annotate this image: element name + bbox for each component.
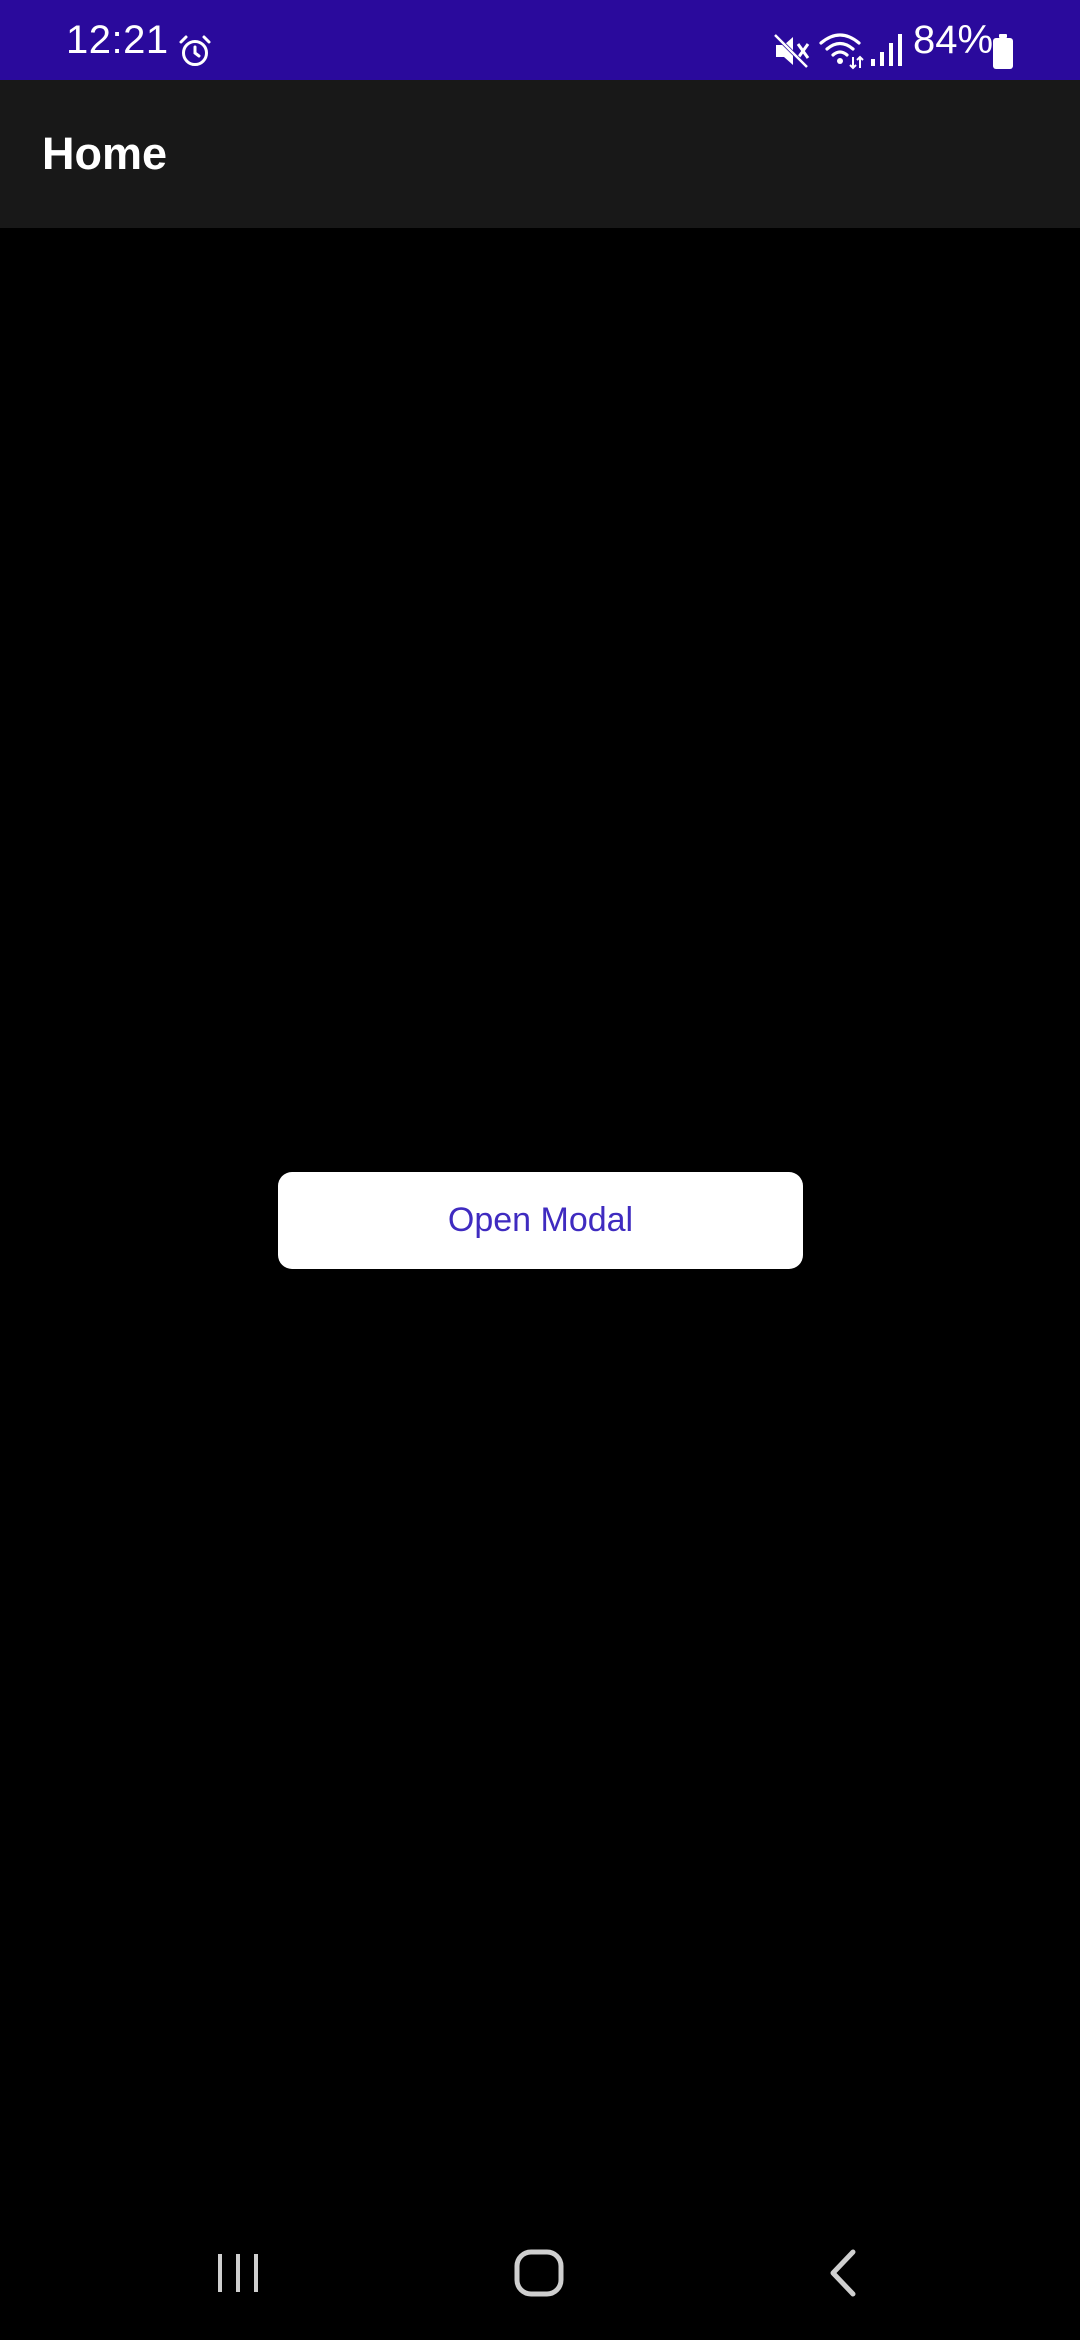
battery-icon [993, 34, 1013, 69]
wifi-icon [819, 33, 864, 70]
page-title: Home [42, 128, 168, 179]
navigation-bar [0, 2200, 1080, 2340]
signal-icon [871, 34, 902, 66]
battery-level: 84% [913, 18, 994, 62]
screen: 12:21 84% Home Open Modal [0, 0, 1080, 2340]
open-modal-label: Open Modal [447, 1201, 634, 1239]
status-time: 12:21 [66, 18, 169, 62]
back-icon[interactable] [820, 2246, 870, 2300]
status-bar: 12:21 84% [0, 0, 1080, 80]
recents-icon[interactable] [212, 2250, 264, 2296]
mute-icon [773, 33, 810, 69]
home-icon[interactable] [512, 2248, 568, 2298]
app-bar: Home [0, 80, 1080, 228]
alarm-icon [179, 35, 211, 66]
open-modal-button[interactable]: Open Modal [278, 1172, 803, 1269]
